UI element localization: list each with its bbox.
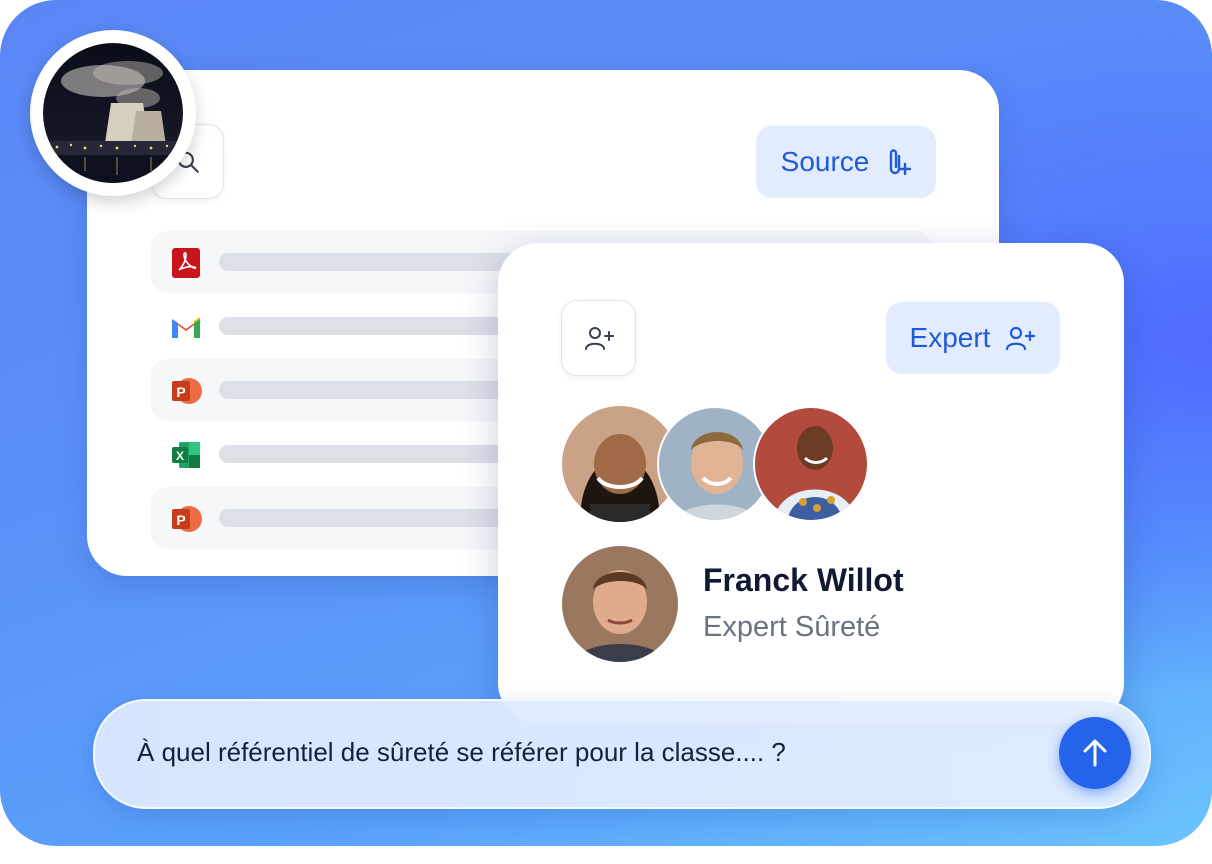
excel-icon: X xyxy=(172,442,200,468)
expert-button-label: Expert xyxy=(909,322,991,353)
source-button[interactable]: Source xyxy=(756,126,936,198)
gmail-icon xyxy=(172,317,200,338)
add-user-icon xyxy=(584,327,614,350)
chat-input-bar[interactable]: À quel référentiel de sûreté se référer … xyxy=(93,699,1151,809)
source-button-label: Source xyxy=(780,146,870,177)
attach-add-icon xyxy=(890,149,912,176)
powerpoint-icon: P xyxy=(172,506,202,532)
svg-text:P: P xyxy=(176,512,185,528)
send-button[interactable] xyxy=(1059,717,1131,789)
background: Source P X P Expert Franck Willot Expert… xyxy=(0,0,1212,846)
powerpoint-icon: P xyxy=(172,378,202,404)
svg-text:P: P xyxy=(176,384,185,400)
expert-role: Expert Sûreté xyxy=(703,611,881,643)
expert-profile-photo[interactable] xyxy=(562,546,678,662)
arrow-up-icon xyxy=(1083,739,1107,767)
expert-avatar[interactable] xyxy=(753,406,869,522)
expert-button[interactable]: Expert xyxy=(886,302,1060,374)
add-user-button[interactable] xyxy=(561,300,636,376)
add-user-icon xyxy=(1006,326,1036,351)
chat-input-text[interactable]: À quel référentiel de sûreté se référer … xyxy=(137,737,786,768)
svg-text:X: X xyxy=(176,449,184,463)
pdf-icon xyxy=(172,248,200,278)
expert-name: Franck Willot xyxy=(703,562,904,598)
nuclear-plant-image xyxy=(43,43,183,183)
nuclear-plant-avatar xyxy=(30,30,196,196)
